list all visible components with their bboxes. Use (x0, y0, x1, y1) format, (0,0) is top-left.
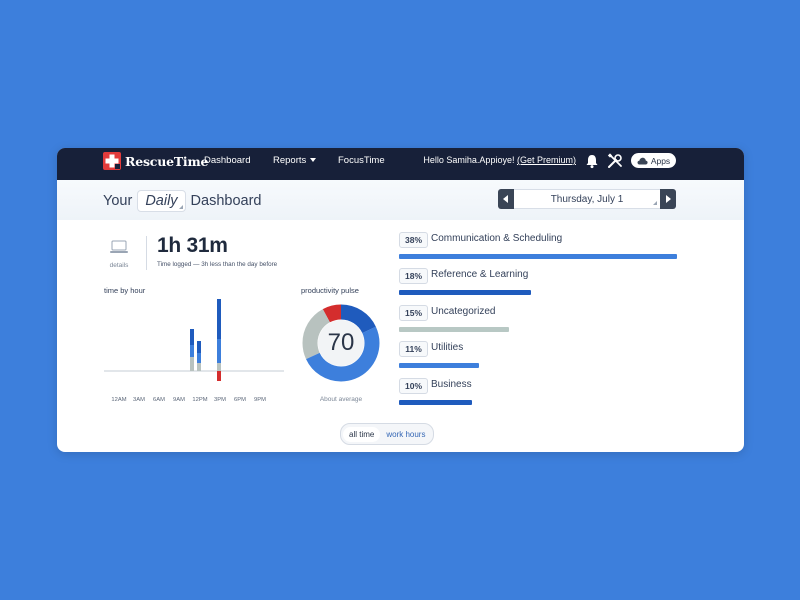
previous-day-button[interactable] (498, 189, 514, 209)
nav-reports[interactable]: Reports (273, 155, 317, 166)
chevron-down-icon (310, 158, 317, 162)
productivity-pulse-label: productivity pulse (301, 286, 359, 295)
hour-bar-segment (217, 339, 221, 363)
period-select[interactable]: Daily (137, 190, 186, 212)
hour-bar-segment (190, 345, 194, 357)
hour-bar-segment (197, 363, 201, 371)
greeting-text: Hello Samiha.Appioye! (423, 155, 515, 165)
brand-logo[interactable]: RescueTime (103, 151, 208, 171)
get-premium-link[interactable]: (Get Premium) (517, 155, 576, 165)
category-row[interactable]: 15% Uncategorized (398, 305, 678, 339)
chevron-left-icon (503, 195, 508, 203)
hour-bar-segment (190, 329, 194, 345)
details-toggle[interactable]: details (104, 240, 134, 269)
category-bar (399, 363, 480, 368)
all-time-tab[interactable]: all time (343, 426, 381, 442)
time-range-toggle: all time work hours (340, 423, 435, 445)
productivity-score: 70 (327, 329, 355, 356)
category-row[interactable]: 10% Business (398, 378, 678, 412)
category-percent: 11% (399, 341, 428, 357)
time-by-hour-label: time by hour (104, 286, 146, 295)
category-bar (399, 327, 509, 332)
hour-bar-segment (217, 371, 221, 381)
category-name: Communication & Scheduling (431, 233, 563, 244)
category-bar (399, 400, 473, 405)
title-prefix: Your (103, 193, 133, 209)
next-day-button[interactable] (660, 189, 676, 209)
details-label: details (109, 262, 129, 269)
hour-bar-segment (217, 299, 221, 339)
dashboard-card: RescueTime Dashboard Reports FocusTime H… (57, 148, 744, 452)
dashboard-header: Your Daily Dashboard Thursday, July 1 (57, 180, 744, 220)
title-suffix: Dashboard (190, 193, 262, 209)
category-row[interactable]: 11% Utilities (398, 341, 678, 375)
hour-bar-segment (197, 353, 201, 363)
apps-label: Apps (650, 155, 671, 166)
category-name: Uncategorized (431, 306, 496, 317)
nav-reports-label: Reports (273, 155, 307, 166)
hour-bar-segment (197, 341, 201, 353)
laptop-icon (110, 240, 128, 253)
category-percent: 15% (399, 305, 428, 321)
category-row[interactable]: 18% Reference & Learning (398, 268, 678, 302)
nav-focustime[interactable]: FocusTime (338, 155, 385, 166)
date-field[interactable]: Thursday, July 1 (514, 189, 660, 209)
hour-tick: 9PM (254, 397, 266, 403)
chevron-right-icon (666, 195, 671, 203)
total-time: 1h 31m (157, 234, 228, 257)
category-percent: 10% (399, 378, 428, 394)
nav-dashboard[interactable]: Dashboard (204, 155, 250, 166)
apps-button[interactable]: Apps (631, 153, 676, 168)
summary-divider (146, 236, 147, 270)
category-bar (399, 290, 531, 295)
category-name: Utilities (431, 342, 464, 353)
hour-bar-segment (190, 357, 194, 371)
brand-name: RescueTime (125, 153, 209, 169)
category-row[interactable]: 38% Communication & Scheduling (398, 232, 678, 266)
tools-icon[interactable] (607, 153, 623, 169)
bell-icon[interactable] (584, 153, 600, 169)
time-logged-subtitle: Time logged — 3h less than the day befor… (157, 261, 278, 268)
hour-bar-segment (217, 363, 221, 371)
top-nav: RescueTime Dashboard Reports FocusTime H… (57, 148, 744, 180)
page-title: Your Daily Dashboard (103, 190, 261, 212)
work-hours-tab[interactable]: work hours (380, 427, 431, 442)
category-bar (399, 254, 677, 259)
category-name: Business (431, 379, 472, 390)
cloud-icon (637, 157, 648, 164)
productivity-note: About average (319, 396, 363, 403)
category-name: Reference & Learning (431, 269, 529, 280)
date-picker: Thursday, July 1 (498, 189, 676, 209)
user-greeting: Hello Samiha.Appioye! (Get Premium) (423, 155, 576, 165)
logo-mark-icon (103, 152, 121, 170)
time-by-hour-chart (104, 299, 284, 381)
category-percent: 38% (399, 232, 428, 248)
category-percent: 18% (399, 268, 428, 284)
